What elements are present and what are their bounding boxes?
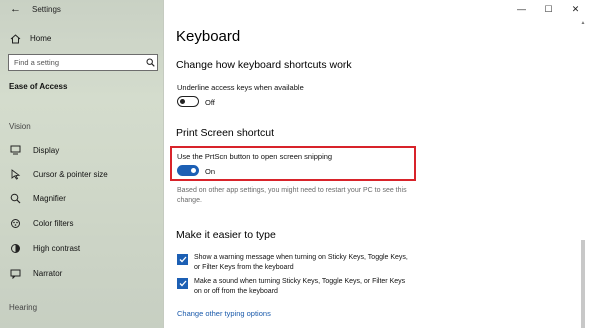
scroll-thumb[interactable] xyxy=(581,240,585,328)
sound-checkbox[interactable] xyxy=(177,278,188,289)
checkmark-icon xyxy=(179,280,186,287)
underline-access-keys-toggle[interactable] xyxy=(177,96,199,107)
sidebar-item-label: Magnifier xyxy=(33,193,66,203)
scroll-up-arrow-icon[interactable]: ▲ xyxy=(580,20,586,28)
home-label: Home xyxy=(30,34,52,43)
prtscn-toggle-state: On xyxy=(205,167,216,176)
minimize-button[interactable]: — xyxy=(508,0,535,18)
high-contrast-icon xyxy=(9,242,21,254)
prtscn-label: Use the PrtScn button to open screen sni… xyxy=(177,152,333,161)
warning-message-checkbox[interactable] xyxy=(177,254,188,265)
sidebar-item-label: Color filters xyxy=(33,218,74,228)
app-title: Settings xyxy=(32,5,61,14)
checkmark-icon xyxy=(179,256,186,263)
scrollbar[interactable]: ▲ xyxy=(580,20,586,328)
sound-label: Make a sound when turning Sticky Keys, T… xyxy=(194,278,406,295)
titlebar-left: ← Settings xyxy=(0,0,164,20)
toggle-knob xyxy=(191,167,196,173)
color-filters-icon xyxy=(9,217,21,229)
section-title: Ease of Access xyxy=(9,82,68,91)
window-controls: — ☐ ✕ xyxy=(508,0,589,20)
sidebar-item-narrator[interactable]: Narrator xyxy=(9,267,62,279)
warning-message-checkbox-row[interactable]: Show a warning message when turning on S… xyxy=(177,253,414,273)
shortcuts-heading: Change how keyboard shortcuts work xyxy=(176,59,352,71)
main-content: — ☐ ✕ Keyboard Change how keyboard short… xyxy=(165,0,589,328)
display-icon xyxy=(9,144,21,156)
cursor-icon xyxy=(9,168,21,180)
home-icon xyxy=(9,33,21,44)
sidebar-item-cursor[interactable]: Cursor & pointer size xyxy=(9,168,108,180)
group-label-vision: Vision xyxy=(9,122,31,131)
close-button[interactable]: ✕ xyxy=(562,0,589,18)
sidebar-item-high-contrast[interactable]: High contrast xyxy=(9,242,80,254)
other-typing-options-link[interactable]: Change other typing options xyxy=(177,309,271,318)
maximize-button[interactable]: ☐ xyxy=(535,0,562,18)
home-nav-item[interactable]: Home xyxy=(9,33,51,44)
search-placeholder: Find a setting xyxy=(14,58,60,67)
restart-note: Based on other app settings, you might n… xyxy=(177,187,407,204)
sidebar-item-magnifier[interactable]: Magnifier xyxy=(9,192,66,204)
sidebar: ← Settings Home Find a setting Ease of A… xyxy=(0,0,164,328)
typing-heading: Make it easier to type xyxy=(176,229,276,241)
narrator-icon xyxy=(9,267,21,279)
search-icon[interactable] xyxy=(143,58,157,67)
sidebar-item-label: High contrast xyxy=(33,243,81,253)
sidebar-item-label: Narrator xyxy=(33,268,63,278)
magnifier-icon xyxy=(9,192,21,204)
print-screen-heading: Print Screen shortcut xyxy=(176,127,275,139)
warning-message-label: Show a warning message when turning on S… xyxy=(194,254,408,271)
group-label-hearing: Hearing xyxy=(9,303,38,312)
sidebar-item-label: Cursor & pointer size xyxy=(33,169,108,179)
sidebar-item-label: Display xyxy=(33,145,60,155)
underline-access-keys-label: Underline access keys when available xyxy=(177,83,304,92)
prtscn-toggle[interactable] xyxy=(177,165,199,176)
sidebar-item-display[interactable]: Display xyxy=(9,144,59,156)
sound-checkbox-row[interactable]: Make a sound when turning Sticky Keys, T… xyxy=(177,277,414,297)
toggle-knob xyxy=(180,98,185,104)
search-input[interactable]: Find a setting xyxy=(8,54,158,71)
page-title: Keyboard xyxy=(176,28,241,45)
sidebar-item-color-filters[interactable]: Color filters xyxy=(9,217,73,229)
underline-toggle-state: Off xyxy=(205,98,215,107)
back-arrow-icon[interactable]: ← xyxy=(10,3,21,15)
